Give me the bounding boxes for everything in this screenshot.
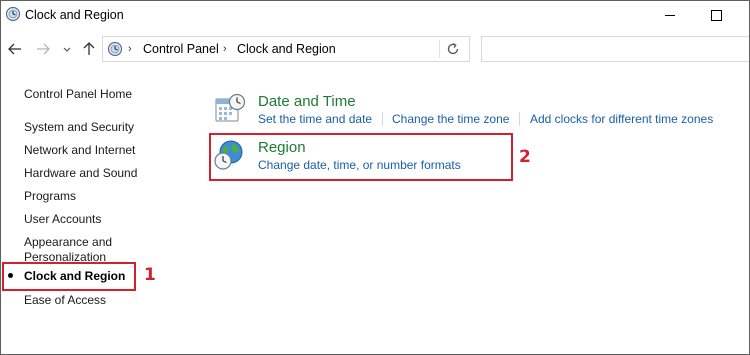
breadcrumb-separator-icon[interactable]: › [223, 43, 227, 55]
refresh-icon[interactable] [445, 41, 461, 57]
date-time-icon[interactable] [214, 93, 246, 125]
window-title: Clock and Region [25, 8, 124, 22]
annotation-box-2 [209, 133, 513, 181]
control-panel-window: Clock and Region › Control Panel › Clock… [0, 0, 750, 355]
minimize-button[interactable] [647, 1, 693, 29]
add-clocks-link[interactable]: Add clocks for different time zones [530, 112, 713, 126]
annotation-number-1: 1 [144, 265, 156, 285]
main-content: Date and Time Set the time and date Chan… [201, 71, 749, 351]
address-bar[interactable]: › Control Panel › Clock and Region [102, 36, 470, 62]
annotation-box-1 [2, 262, 136, 291]
sidebar-item-ease-of-access[interactable]: Ease of Access [24, 293, 106, 308]
title-bar: Clock and Region [1, 1, 749, 31]
sidebar-item-network-and-internet[interactable]: Network and Internet [24, 143, 135, 158]
sidebar-item-user-accounts[interactable]: User Accounts [24, 212, 101, 227]
change-time-zone-link[interactable]: Change the time zone [392, 112, 509, 126]
breadcrumb-clock-and-region[interactable]: Clock and Region [237, 42, 336, 56]
set-time-and-date-link[interactable]: Set the time and date [258, 112, 372, 126]
up-arrow-icon[interactable] [81, 41, 97, 57]
back-arrow-icon[interactable] [7, 41, 23, 57]
sidebar-item-appearance-line1[interactable]: Appearance and [24, 235, 112, 250]
control-panel-icon [107, 41, 123, 57]
maximize-button[interactable] [693, 1, 739, 29]
control-panel-clock-icon [5, 6, 21, 22]
minimize-icon [665, 14, 675, 16]
forward-arrow-icon[interactable] [35, 41, 51, 57]
annotation-number-2: 2 [519, 147, 531, 167]
link-separator [519, 112, 520, 126]
link-separator [382, 112, 383, 126]
sidebar-item-programs[interactable]: Programs [24, 189, 76, 204]
sidebar-item-control-panel-home[interactable]: Control Panel Home [24, 87, 132, 102]
sidebar-item-system-and-security[interactable]: System and Security [24, 120, 134, 135]
navigation-bar: › Control Panel › Clock and Region [1, 32, 749, 68]
maximize-icon [710, 9, 722, 21]
sidebar-item-hardware-and-sound[interactable]: Hardware and Sound [24, 166, 137, 181]
date-and-time-title[interactable]: Date and Time [258, 93, 356, 110]
breadcrumb-control-panel[interactable]: Control Panel [143, 42, 219, 56]
address-divider [439, 40, 440, 58]
sidebar: Control Panel Home System and Security N… [1, 71, 201, 351]
recent-locations-chevron-icon[interactable] [61, 41, 73, 57]
search-input[interactable] [481, 36, 749, 62]
breadcrumb-separator-icon[interactable]: › [128, 43, 132, 55]
